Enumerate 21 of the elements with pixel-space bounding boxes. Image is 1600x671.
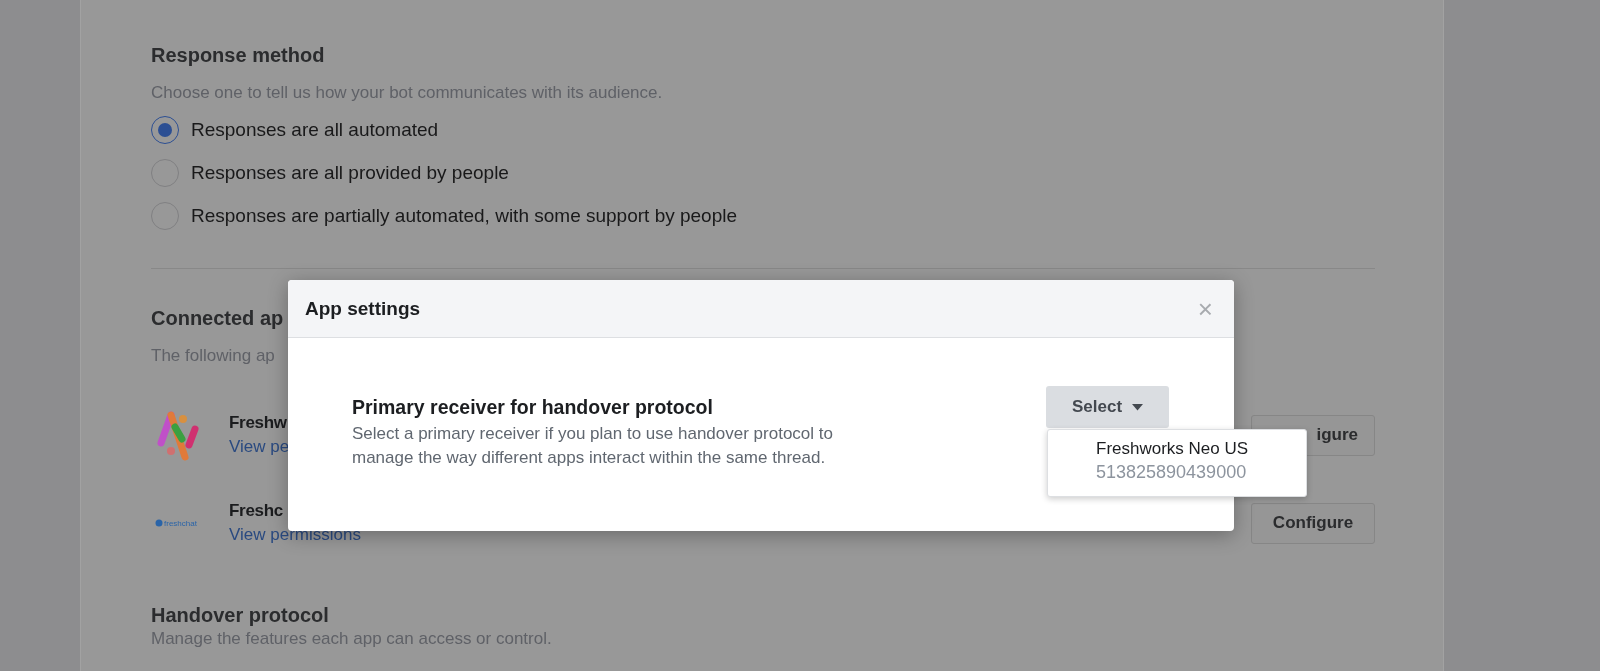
section-title: Connected ap xyxy=(151,307,284,330)
section-description: Manage the features each app can access or control. xyxy=(151,629,552,649)
radio-label: Responses are all automated xyxy=(191,119,439,141)
logo-text: freshchat xyxy=(164,518,197,528)
section-description: The following ap xyxy=(151,346,275,366)
radio-label: Responses are all provided by people xyxy=(191,162,509,184)
app-name: Freshc xyxy=(229,501,284,521)
field-description: Select a primary receiver if you plan to use handover protocol to manage the way different apps interact within the same thread. xyxy=(352,423,834,469)
dialog-title: App settings xyxy=(305,297,421,320)
section-title: Response method xyxy=(151,44,325,67)
view-permissions-link[interactable]: View permissions xyxy=(229,525,361,545)
field-title: Primary receiver for handover protocol xyxy=(352,396,714,419)
configure-button[interactable]: Configure xyxy=(1251,502,1375,544)
select-dropdown[interactable]: Select xyxy=(1046,386,1169,428)
view-permissions-link[interactable]: View pe xyxy=(229,437,290,457)
chat-bubble-icon xyxy=(155,519,163,527)
section-title: Handover protocol xyxy=(151,604,329,627)
caret-icon xyxy=(1132,403,1144,411)
app-name: Freshw xyxy=(229,413,288,433)
section-description: Choose one to tell us how your bot communicates with its audience. xyxy=(151,83,663,103)
radio-label: Responses are partially automated, with some support by people xyxy=(191,205,738,227)
